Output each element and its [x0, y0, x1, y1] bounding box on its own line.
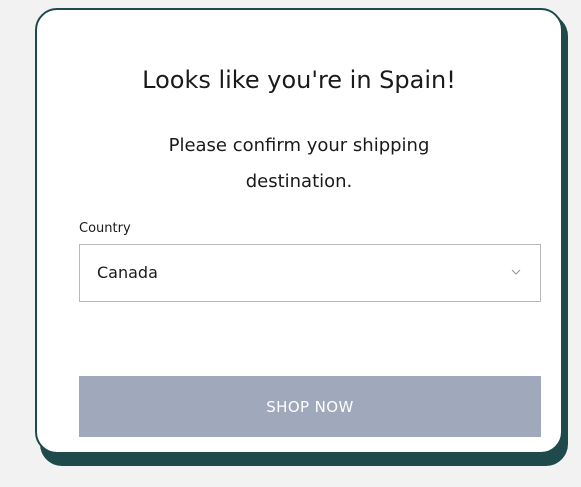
country-select[interactable]: Canada: [79, 244, 541, 302]
country-label: Country: [79, 221, 131, 236]
chevron-down-icon: [511, 269, 521, 275]
country-select-value: Canada: [97, 263, 158, 282]
shipping-destination-modal: Looks like you're in Spain! Please confi…: [35, 8, 563, 454]
shop-now-button[interactable]: SHOP NOW: [79, 376, 541, 437]
modal-subtitle: Please confirm your shipping destination…: [168, 135, 430, 192]
modal-title: Looks like you're in Spain!: [142, 66, 456, 94]
page-backdrop: Looks like you're in Spain! Please confi…: [0, 0, 581, 487]
